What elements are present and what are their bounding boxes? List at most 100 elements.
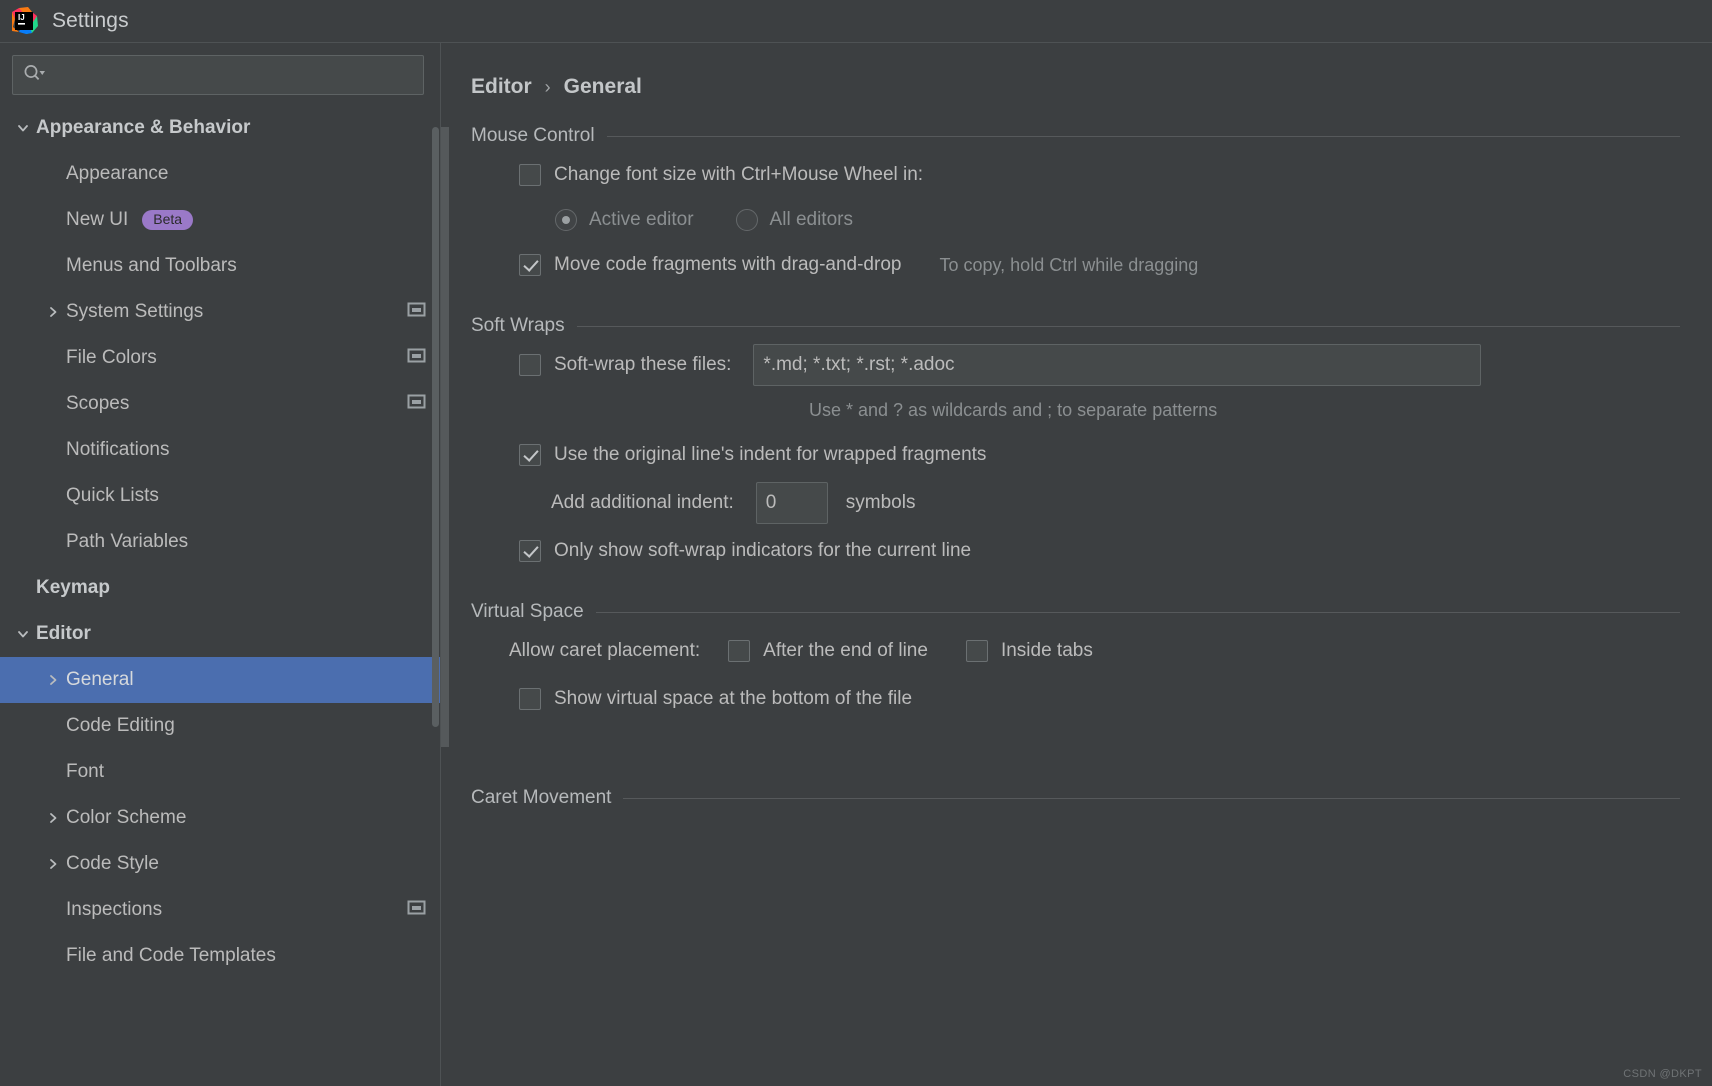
sidebar-item-label: Scopes bbox=[66, 393, 130, 414]
project-scope-icon bbox=[407, 393, 426, 415]
soft-wrap-files-checkbox[interactable] bbox=[519, 354, 541, 376]
settings-tree[interactable]: Appearance & Behavior Appearance New UI Bet… bbox=[0, 105, 440, 1086]
sidebar-item-quick-lists[interactable]: Quick Lists bbox=[0, 473, 440, 519]
content-scrollbar-track[interactable] bbox=[441, 43, 449, 1086]
sidebar-item-path-variables[interactable]: Path Variables bbox=[0, 519, 440, 565]
row-wildcard-hint: Use * and ? as wildcards and ; to separa… bbox=[519, 389, 1680, 431]
section-divider bbox=[606, 135, 1680, 137]
row-add-additional-indent: Add additional indent: symbols bbox=[519, 479, 1680, 527]
sidebar-item-color-scheme[interactable]: Color Scheme bbox=[0, 795, 440, 841]
sidebar-item-system-settings[interactable]: System Settings bbox=[0, 289, 440, 335]
add-additional-indent-input[interactable] bbox=[755, 482, 828, 524]
sidebar-item-appearance[interactable]: Appearance bbox=[0, 151, 440, 197]
section-header-caret-movement: Caret Movement bbox=[471, 787, 1680, 809]
change-font-size-checkbox[interactable] bbox=[519, 164, 541, 186]
chevron-right-icon[interactable] bbox=[40, 305, 66, 319]
after-end-of-line-checkbox[interactable] bbox=[728, 640, 751, 662]
search-box[interactable] bbox=[12, 55, 424, 95]
radio-all-editors-label[interactable]: All editors bbox=[770, 209, 853, 231]
after-end-of-line-label[interactable]: After the end of line bbox=[763, 640, 928, 662]
move-code-fragments-label[interactable]: Move code fragments with drag-and-drop bbox=[554, 254, 901, 276]
section-header-soft-wraps: Soft Wraps bbox=[471, 315, 1680, 337]
settings-content-pane: Editor › General Mouse Control Change fo… bbox=[440, 42, 1712, 1086]
after-end-of-line-option[interactable]: After the end of line bbox=[728, 640, 928, 662]
sidebar-item-label: Editor bbox=[36, 623, 91, 644]
chevron-down-icon[interactable] bbox=[10, 627, 36, 641]
use-original-indent-label[interactable]: Use the original line's indent for wrapp… bbox=[554, 444, 986, 466]
row-move-code-fragments: Move code fragments with drag-and-drop T… bbox=[519, 241, 1680, 289]
section-title-virtual-space: Virtual Space bbox=[471, 601, 584, 622]
radio-all-editors-indicator[interactable] bbox=[735, 209, 758, 231]
breadcrumb-current: General bbox=[563, 75, 642, 98]
project-scope-icon bbox=[407, 899, 426, 921]
inside-tabs-checkbox[interactable] bbox=[965, 640, 988, 662]
search-input[interactable] bbox=[49, 66, 413, 84]
project-scope-icon bbox=[407, 301, 426, 323]
breadcrumb-separator-icon: › bbox=[544, 77, 551, 97]
section-soft-wraps: Soft Wraps Soft-wrap these files: Use * … bbox=[441, 315, 1712, 575]
content-scrollbar-thumb[interactable] bbox=[441, 127, 449, 747]
inside-tabs-option[interactable]: Inside tabs bbox=[965, 640, 1093, 662]
only-show-indicators-label[interactable]: Only show soft-wrap indicators for the c… bbox=[554, 540, 971, 562]
chevron-right-icon[interactable] bbox=[40, 811, 66, 825]
use-original-indent-checkbox[interactable] bbox=[519, 444, 541, 466]
beta-badge: Beta bbox=[142, 209, 194, 231]
search-icon[interactable] bbox=[23, 63, 45, 88]
sidebar-scrollbar-track[interactable] bbox=[431, 43, 440, 1086]
chevron-down-icon[interactable] bbox=[10, 121, 36, 135]
change-font-size-label[interactable]: Change font size with Ctrl+Mouse Wheel i… bbox=[554, 164, 923, 186]
row-use-original-indent: Use the original line's indent for wrapp… bbox=[519, 431, 1680, 479]
show-virtual-space-checkbox[interactable] bbox=[519, 688, 541, 710]
radio-active-editor[interactable]: Active editor bbox=[555, 209, 694, 231]
only-show-indicators-checkbox[interactable] bbox=[519, 540, 541, 562]
breadcrumb-parent[interactable]: Editor bbox=[471, 75, 532, 99]
show-virtual-space-label[interactable]: Show virtual space at the bottom of the … bbox=[554, 688, 912, 710]
section-title-mouse-control: Mouse Control bbox=[471, 125, 595, 146]
move-code-fragments-checkbox[interactable] bbox=[519, 254, 541, 276]
add-additional-indent-label: Add additional indent: bbox=[551, 492, 734, 513]
sidebar-item-label: Inspections bbox=[66, 899, 163, 920]
sidebar-item-file-colors[interactable]: File Colors bbox=[0, 335, 440, 381]
section-title-soft-wraps: Soft Wraps bbox=[471, 315, 565, 336]
radio-all-editors[interactable]: All editors bbox=[735, 209, 853, 231]
sidebar-item-code-editing[interactable]: Code Editing bbox=[0, 703, 440, 749]
sidebar-item-menus-and-toolbars[interactable]: Menus and Toolbars bbox=[0, 243, 440, 289]
sidebar-scrollbar-thumb[interactable] bbox=[432, 127, 439, 727]
sidebar-item-label: Code Editing bbox=[66, 715, 175, 736]
sidebar-item-file-and-code-templates[interactable]: File and Code Templates bbox=[0, 933, 440, 979]
soft-wrap-files-label[interactable]: Soft-wrap these files: bbox=[554, 354, 731, 376]
sidebar-item-label: Color Scheme bbox=[66, 807, 187, 828]
section-header-virtual-space: Virtual Space bbox=[471, 601, 1680, 623]
sidebar-item-scopes[interactable]: Scopes bbox=[0, 381, 440, 427]
move-code-fragments-hint: To copy, hold Ctrl while dragging bbox=[939, 254, 1199, 275]
svg-text:IJ: IJ bbox=[18, 13, 25, 22]
sidebar-item-new-ui[interactable]: New UI Beta bbox=[0, 197, 440, 243]
inside-tabs-label[interactable]: Inside tabs bbox=[1001, 640, 1093, 662]
radio-active-editor-indicator[interactable] bbox=[555, 209, 577, 231]
chevron-right-icon[interactable] bbox=[40, 857, 66, 871]
sidebar-item-code-style[interactable]: Code Style bbox=[0, 841, 440, 887]
sidebar-item-label: Appearance bbox=[66, 163, 169, 184]
chevron-right-icon[interactable] bbox=[40, 673, 66, 687]
sidebar-item-label: Quick Lists bbox=[66, 485, 159, 506]
soft-wrap-patterns-input[interactable] bbox=[753, 344, 1482, 386]
sidebar-item-editor[interactable]: Editor bbox=[0, 611, 440, 657]
sidebar-item-notifications[interactable]: Notifications bbox=[0, 427, 440, 473]
virtual-space-options: Allow caret placement: After the end of … bbox=[471, 623, 1680, 723]
window-titlebar: IJ Settings bbox=[0, 0, 1712, 42]
section-mouse-control: Mouse Control Change font size with Ctrl… bbox=[441, 125, 1712, 289]
sidebar-item-label: Path Variables bbox=[66, 531, 189, 552]
row-allow-caret-placement: Allow caret placement: After the end of … bbox=[509, 627, 1680, 675]
sidebar-item-inspections[interactable]: Inspections bbox=[0, 887, 440, 933]
row-soft-wrap-files: Soft-wrap these files: bbox=[519, 341, 1680, 389]
sidebar-item-font[interactable]: Font bbox=[0, 749, 440, 795]
row-font-size-scope: Active editor All editors bbox=[519, 199, 1680, 241]
section-caret-movement: Caret Movement bbox=[441, 787, 1712, 809]
sidebar-item-label: File Colors bbox=[66, 347, 157, 368]
sidebar-item-keymap[interactable]: Keymap bbox=[0, 565, 440, 611]
radio-active-editor-label[interactable]: Active editor bbox=[589, 209, 694, 231]
sidebar-item-label: Code Style bbox=[66, 853, 159, 874]
row-show-virtual-space: Show virtual space at the bottom of the … bbox=[519, 675, 1680, 723]
sidebar-item-appearance-behavior[interactable]: Appearance & Behavior bbox=[0, 105, 440, 151]
sidebar-item-general[interactable]: General bbox=[0, 657, 440, 703]
